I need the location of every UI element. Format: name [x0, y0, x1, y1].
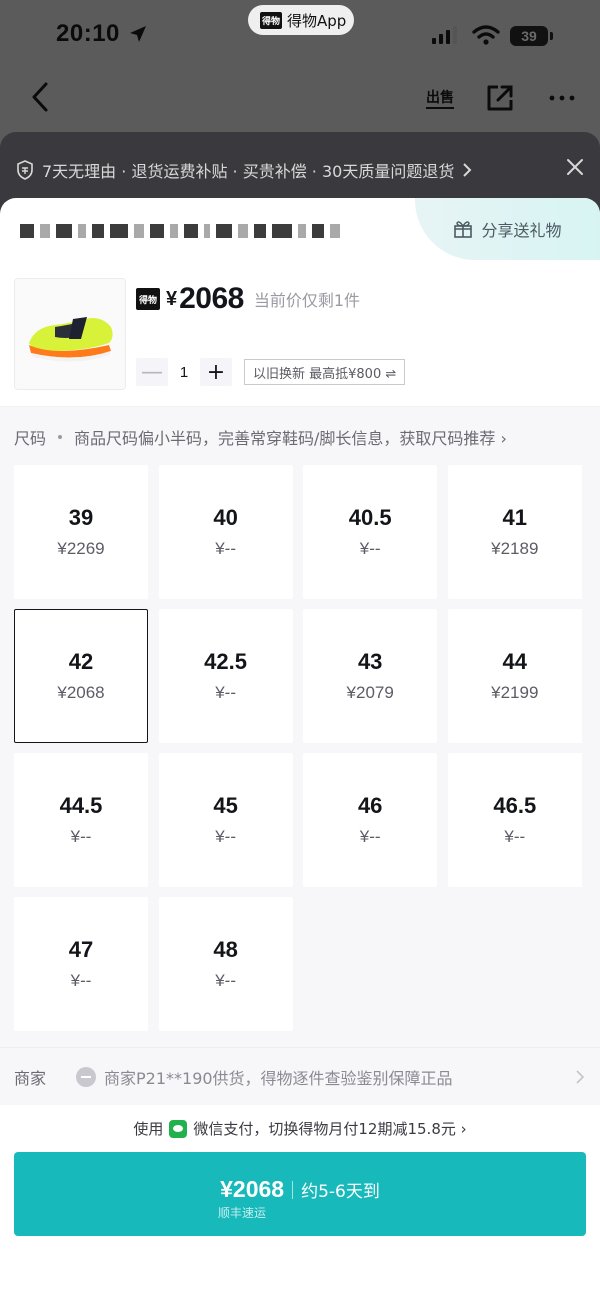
size-label: 48 — [213, 937, 238, 962]
size-option-42[interactable]: 42 ¥2068 — [14, 609, 148, 743]
size-option-47[interactable]: 47 ¥-- — [14, 897, 148, 1031]
cellular-signal-icon — [432, 26, 457, 44]
size-label: 42.5 — [204, 649, 247, 674]
status-time: 20:10 — [56, 20, 120, 47]
price-row: 得物 ¥ 2068 当前价仅剩1件 — [136, 282, 360, 316]
size-recommendation-link[interactable]: 尺码 商品尺码偏小半码，完善常穿鞋码/脚长信息，获取尺码推荐 › — [14, 425, 507, 449]
share-icon[interactable] — [484, 82, 516, 114]
size-label: 44 — [502, 649, 528, 674]
purchase-sheet: 分享送礼物 得物 ¥ 2068 当前价仅剩1件 — 1 + 以旧换新 最高抵¥8… — [0, 198, 600, 1298]
trade-in-label: 以旧换新 最高抵¥800 ⇌ — [253, 366, 397, 382]
quantity-value: 1 — [179, 363, 189, 381]
back-arrow-icon[interactable] — [26, 80, 56, 114]
gift-icon — [454, 221, 473, 238]
payment-method-line[interactable]: 使用 微信支付，切换得物月付12期减15.8元 › — [0, 1118, 600, 1139]
size-option-48[interactable]: 48 ¥-- — [158, 897, 293, 1031]
shoe-image — [29, 317, 113, 362]
share-gift-label: 分享送礼物 — [481, 221, 562, 240]
buy-divider — [292, 1180, 294, 1199]
size-label: 43 — [357, 649, 383, 674]
size-price: ¥-- — [70, 827, 92, 846]
size-label: 46 — [357, 793, 383, 818]
dewu-badge-icon: 得物 — [136, 288, 160, 310]
quantity-increase-button[interactable]: + — [200, 358, 232, 386]
size-option-46[interactable]: 46 ¥-- — [303, 753, 438, 887]
size-option-40[interactable]: 40 ¥-- — [158, 465, 293, 599]
delivery-eta: 约5-6天到 — [301, 1182, 380, 1202]
size-price: ¥2068 — [57, 683, 105, 702]
more-options-icon[interactable] — [546, 82, 578, 114]
price-currency: ¥ — [166, 287, 178, 310]
share-gift-button[interactable]: 分享送礼物 — [415, 198, 600, 260]
separator-dot — [58, 435, 63, 439]
size-label: 47 — [68, 937, 94, 962]
seller-label: 商家 — [14, 1068, 47, 1088]
size-option-45[interactable]: 45 ¥-- — [158, 753, 293, 887]
sell-button[interactable]: 出售 — [424, 82, 456, 114]
size-price: ¥-- — [215, 683, 236, 702]
top-navigation: 出售 — [0, 72, 600, 122]
shipping-carrier: 顺丰速运 — [218, 1206, 267, 1220]
payment-prefix: 使用 — [133, 1120, 164, 1138]
size-price: ¥-- — [359, 827, 381, 846]
size-label: 41 — [502, 505, 528, 530]
seller-info[interactable]: 商家 商家P21**190供货，得物逐件查验鉴别保障正品 — [0, 1047, 600, 1105]
payment-text: 微信支付，切换得物月付12期减15.8元 › — [193, 1120, 467, 1138]
app-name: 得物App — [287, 11, 347, 30]
location-arrow-icon — [130, 26, 146, 42]
size-label: 40.5 — [348, 505, 392, 530]
seller-icon — [76, 1066, 96, 1087]
app-indicator-pill: 得物 得物App — [248, 5, 354, 35]
stock-note: 当前价仅剩1件 — [253, 291, 361, 310]
size-option-46.5[interactable]: 46.5 ¥-- — [447, 753, 582, 887]
size-price: ¥-- — [215, 971, 236, 990]
seller-text: 商家P21**190供货，得物逐件查验鉴别保障正品 — [104, 1068, 453, 1088]
sell-label: 出售 — [426, 87, 454, 109]
size-hint-text: 商品尺码偏小半码，完善常穿鞋码/脚长信息，获取尺码推荐 › — [74, 429, 507, 448]
product-image[interactable] — [14, 278, 126, 390]
size-label: 44.5 — [59, 793, 103, 818]
size-price: ¥2189 — [491, 539, 539, 558]
wechat-pay-icon — [169, 1119, 188, 1138]
close-icon[interactable] — [566, 158, 584, 176]
size-option-43[interactable]: 43 ¥2079 — [303, 609, 438, 743]
size-option-40.5[interactable]: 40.5 ¥-- — [303, 465, 438, 599]
size-option-41[interactable]: 41 ¥2189 — [447, 465, 582, 599]
size-selector: 尺码 商品尺码偏小半码，完善常穿鞋码/脚长信息，获取尺码推荐 › 39 ¥2269… — [0, 407, 600, 1047]
size-grid: 39 ¥2269 40 ¥-- 40.5 ¥-- 41 ¥2189 42 ¥2068 42.5 ¥--… — [14, 465, 582, 1031]
product-title-blurred — [20, 224, 340, 238]
size-price: ¥-- — [359, 539, 381, 558]
size-hint-label: 尺码 — [14, 429, 47, 448]
current-price: 2068 — [179, 282, 244, 315]
chevron-right-icon — [463, 163, 472, 177]
size-option-44[interactable]: 44 ¥2199 — [447, 609, 582, 743]
wifi-icon — [472, 25, 500, 45]
status-bar: 20:10 得物 得物App 39 — [0, 0, 600, 72]
size-label: 40 — [213, 505, 238, 530]
chevron-right-icon — [576, 1070, 584, 1084]
size-price: ¥-- — [504, 827, 526, 846]
size-price: ¥-- — [70, 971, 92, 990]
quantity-stepper: — 1 + 以旧换新 最高抵¥800 ⇌ — [136, 358, 406, 386]
size-price: ¥2269 — [57, 539, 105, 558]
size-option-42.5[interactable]: 42.5 ¥-- — [158, 609, 293, 743]
size-label: 46.5 — [493, 793, 537, 818]
size-price: ¥2079 — [346, 683, 394, 702]
size-price: ¥2199 — [491, 683, 539, 702]
size-option-39[interactable]: 39 ¥2269 — [14, 465, 148, 599]
size-label: 39 — [68, 505, 94, 530]
quantity-decrease-button[interactable]: — — [136, 358, 168, 386]
battery-icon: 39 — [510, 26, 553, 46]
app-logo-icon: 得物 — [260, 11, 282, 29]
banner-text: 7天无理由 · 退货运费补贴 · 买贵补偿 · 30天质量问题退货 — [42, 162, 455, 181]
size-price: ¥-- — [215, 827, 236, 846]
size-label: 45 — [213, 793, 238, 818]
shield-icon — [17, 160, 33, 180]
size-option-44.5[interactable]: 44.5 ¥-- — [14, 753, 148, 887]
trade-in-button[interactable]: 以旧换新 最高抵¥800 ⇌ — [244, 359, 406, 385]
size-label: 42 — [68, 649, 94, 674]
size-price: ¥-- — [215, 539, 236, 558]
buy-button[interactable]: ¥2068 约5-6天到 顺丰速运 — [14, 1152, 586, 1236]
buy-price: ¥2068 — [220, 1176, 285, 1202]
